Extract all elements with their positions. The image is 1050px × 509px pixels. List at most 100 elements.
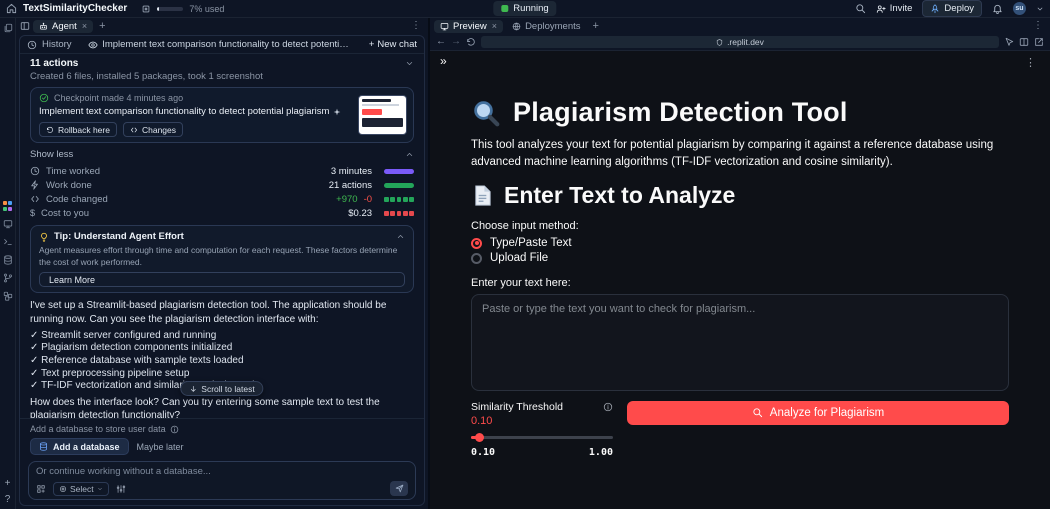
database-icon[interactable] [3, 255, 13, 265]
resources-icon[interactable] [141, 4, 151, 14]
close-icon[interactable]: × [492, 21, 497, 31]
metric-bar [384, 182, 414, 188]
app-title: Plagiarism Detection Tool [513, 97, 848, 127]
panel-menu-icon[interactable]: ⋮ [1030, 21, 1046, 31]
plagiarism-textarea[interactable] [471, 293, 1009, 391]
actions-summary-row[interactable]: 11 actions [30, 58, 414, 69]
radio-type-paste-text[interactable]: Type/Paste Text [471, 236, 1009, 251]
home-icon[interactable] [6, 3, 17, 14]
scroll-to-latest-button[interactable]: Scroll to latest [180, 381, 264, 396]
devtools-pointer-icon[interactable] [1004, 37, 1014, 47]
new-chat-button[interactable]: + New chat [369, 39, 417, 50]
history-icon[interactable] [27, 40, 37, 50]
tools-icon[interactable] [2, 201, 13, 211]
send-button[interactable] [390, 481, 408, 496]
streamlit-menu-icon[interactable]: ⋮ [1025, 58, 1036, 69]
metric-bar [384, 168, 414, 174]
chat-input[interactable] [36, 466, 408, 477]
git-branch-icon[interactable] [3, 273, 13, 283]
learn-more-button[interactable]: Learn More [39, 272, 405, 288]
tab-agent[interactable]: Agent × [33, 19, 94, 33]
magnifier-emoji-icon [474, 100, 500, 126]
metric-work-done: Work done 21 actions [30, 178, 414, 192]
select-label: Select [70, 483, 94, 494]
metric-label: Code changed [46, 193, 108, 205]
scroll-to-latest-label: Scroll to latest [201, 383, 255, 394]
new-tool-plus-icon[interactable]: + [5, 479, 11, 489]
console-icon[interactable] [3, 237, 13, 247]
select-model-button[interactable]: Select [53, 481, 109, 496]
chat-scroll-area[interactable]: 11 actions Created 6 files, installed 5 … [20, 54, 424, 418]
preview-panel: Preview × Deployments + ⋮ ← → .replit.de… [430, 18, 1050, 509]
panel-menu-icon[interactable]: ⋮ [408, 21, 424, 31]
analyze-button[interactable]: Analyze for Plagiarism [627, 400, 1009, 425]
info-icon[interactable] [170, 425, 179, 434]
checkpoint-card: Checkpoint made 4 minutes ago Implement … [30, 87, 414, 144]
metric-label: Time worked [46, 165, 101, 177]
close-icon[interactable]: × [82, 21, 87, 31]
project-title[interactable]: TextSimilarityChecker [23, 3, 127, 14]
open-external-icon[interactable] [1034, 37, 1044, 47]
deploy-button[interactable]: Deploy [922, 0, 982, 17]
metric-value: $0.23 [348, 207, 373, 219]
diff-removed: -0 [363, 193, 373, 205]
page-emoji-icon [475, 184, 491, 206]
chevron-up-icon[interactable] [396, 232, 405, 241]
new-tab-button[interactable]: + [590, 20, 602, 32]
slider-track[interactable] [471, 432, 613, 442]
files-icon[interactable] [3, 23, 13, 33]
search-icon[interactable] [855, 3, 866, 14]
deploy-label: Deploy [944, 3, 974, 14]
checkpoint-screenshot-thumbnail[interactable] [358, 95, 407, 135]
tab-preview[interactable]: Preview × [434, 19, 504, 33]
run-status-chip[interactable]: Running [493, 1, 557, 16]
session-title-pill[interactable]: Implement text comparison functionality … [77, 39, 364, 50]
slider-label: Similarity Threshold [471, 400, 564, 413]
metric-value: 3 minutes [330, 165, 372, 177]
rollback-button[interactable]: Rollback here [39, 122, 117, 138]
add-database-button[interactable]: Add a database [30, 438, 129, 455]
chevron-down-icon[interactable] [1036, 5, 1044, 13]
radio-unselected-icon [471, 252, 482, 264]
url-bar[interactable]: .replit.dev [481, 36, 999, 48]
info-icon[interactable] [603, 402, 613, 412]
tip-card: Tip: Understand Agent Effort Agent measu… [30, 225, 414, 294]
metric-cost: $ Cost to you $0.23 [30, 206, 414, 220]
run-status-label: Running [513, 3, 549, 14]
tab-preview-label: Preview [453, 20, 487, 32]
new-tab-button[interactable]: + [96, 20, 108, 32]
target-icon [59, 485, 67, 493]
input-method-radio-group: Type/Paste Text Upload File [471, 236, 1009, 266]
maybe-later-button[interactable]: Maybe later [137, 442, 184, 452]
history-label[interactable]: History [42, 39, 72, 50]
show-less-row[interactable]: Show less [30, 149, 414, 160]
checkpoint-title: Implement text comparison functionality … [39, 106, 330, 117]
sidebar-expand-icon[interactable]: » [440, 55, 447, 67]
input-method-label: Choose input method: [471, 219, 579, 232]
apps-grid-icon[interactable] [36, 484, 46, 494]
forward-button[interactable]: → [451, 37, 461, 47]
tune-sliders-icon[interactable] [116, 484, 126, 494]
tab-deployments[interactable]: Deployments [506, 20, 586, 33]
code-icon [30, 194, 40, 204]
chevron-up-icon[interactable] [405, 150, 414, 159]
chevron-down-icon[interactable] [405, 59, 414, 68]
slider-thumb[interactable] [475, 432, 484, 442]
metric-value: 21 actions [328, 179, 372, 191]
extensions-icon[interactable] [3, 291, 13, 301]
invite-button[interactable]: Invite [876, 3, 912, 14]
metric-bar-segments [384, 196, 414, 202]
chevron-down-icon [97, 486, 103, 492]
help-icon[interactable]: ? [5, 495, 11, 505]
similarity-threshold-slider: Similarity Threshold 0.10 0.10 1.00 [471, 401, 613, 458]
bell-icon[interactable] [992, 3, 1003, 14]
back-button[interactable]: ← [436, 37, 446, 47]
avatar[interactable]: su [1013, 2, 1026, 15]
changes-button[interactable]: Changes [122, 122, 184, 138]
panel-layout-icon[interactable] [20, 21, 30, 31]
user-plus-icon [876, 4, 886, 14]
webview-icon[interactable] [3, 219, 13, 229]
radio-upload-file[interactable]: Upload File [471, 251, 1009, 266]
split-view-icon[interactable] [1019, 37, 1029, 47]
refresh-icon[interactable] [466, 37, 476, 47]
